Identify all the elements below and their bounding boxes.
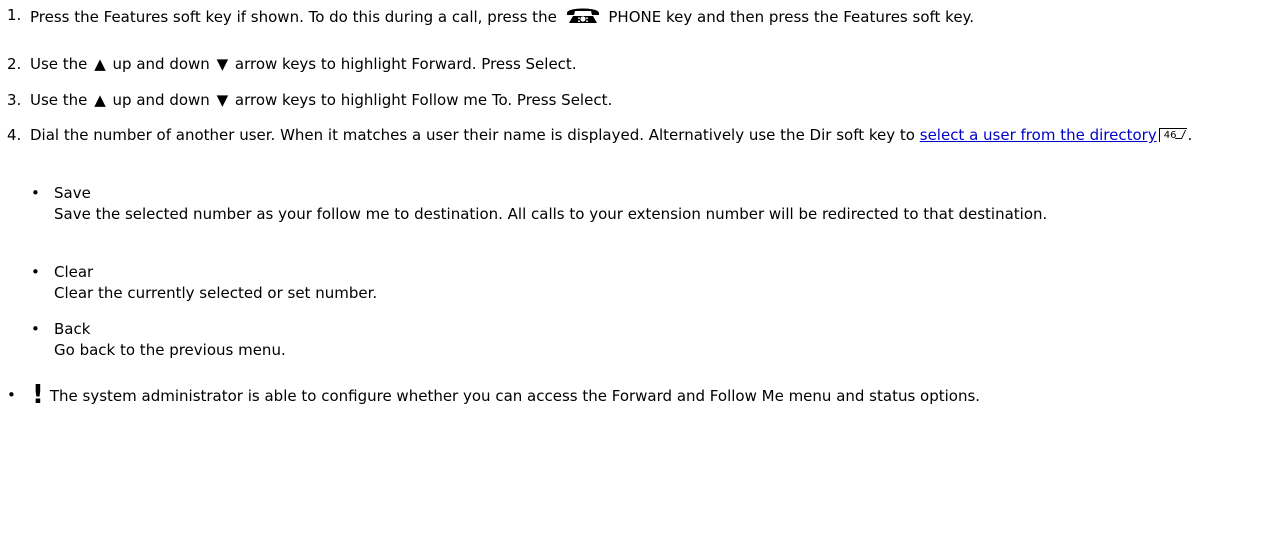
step-text: Use the (30, 91, 88, 109)
option-description: Save the selected number as your follow … (54, 205, 1048, 223)
up-arrow-icon: ▲ (94, 91, 106, 109)
option-clear: • Clear Clear the currently selected or … (31, 262, 1261, 304)
step-number: 4. (7, 126, 22, 144)
step-text-mid: up and down (112, 55, 210, 73)
note-text: The system administrator is able to conf… (49, 387, 981, 405)
step-text: Press the Features soft key if shown. To… (30, 8, 557, 26)
page-reference-icon[interactable]: 46 (1158, 128, 1188, 142)
directory-link[interactable]: select a user from the directory (920, 126, 1157, 144)
option-back: • Back Go back to the previous menu. (31, 319, 1261, 361)
step-text-end: arrow keys to highlight Forward. Press S… (234, 55, 577, 73)
option-title: Save (54, 184, 91, 202)
step-text-mid: up and down (112, 91, 210, 109)
phone-icon (566, 8, 599, 23)
bullet: • (31, 263, 40, 281)
option-title: Back (54, 320, 91, 338)
bullet: • (7, 386, 16, 404)
down-arrow-icon: ▼ (216, 55, 229, 73)
step-text: Use the (30, 55, 88, 73)
option-title: Clear (54, 263, 94, 281)
up-arrow-icon: ▲ (94, 55, 106, 73)
step-4: 4. Dial the number of another user. When… (7, 125, 1262, 146)
option-description: Go back to the previous menu. (54, 341, 286, 359)
admin-note: • ! The system administrator is able to c… (7, 380, 1262, 410)
step-2: 2. Use the ▲ up and down ▼ arrow keys to… (7, 54, 1262, 75)
step-text-end: arrow keys to highlight Follow me To. Pr… (234, 91, 613, 109)
bullet: • (31, 184, 40, 202)
step-3: 3. Use the ▲ up and down ▼ arrow keys to… (7, 90, 1262, 111)
option-save: • Save Save the selected number as your … (31, 183, 1261, 225)
option-description: Clear the currently selected or set numb… (54, 284, 378, 302)
step-text-continued: PHONE key and then press the Features so… (608, 8, 975, 26)
page-reference-number: 46 (1163, 130, 1177, 141)
step-number: 3. (7, 91, 22, 109)
step-number: 2. (7, 55, 22, 73)
step-1: 1. Press the Features soft key if shown.… (7, 5, 1262, 28)
warning-icon: ! (32, 380, 44, 410)
down-arrow-icon: ▼ (216, 91, 229, 109)
bullet: • (31, 320, 40, 338)
step-text-end: . (1187, 126, 1193, 144)
step-text: Dial the number of another user. When it… (30, 126, 915, 144)
step-number: 1. (7, 6, 22, 24)
